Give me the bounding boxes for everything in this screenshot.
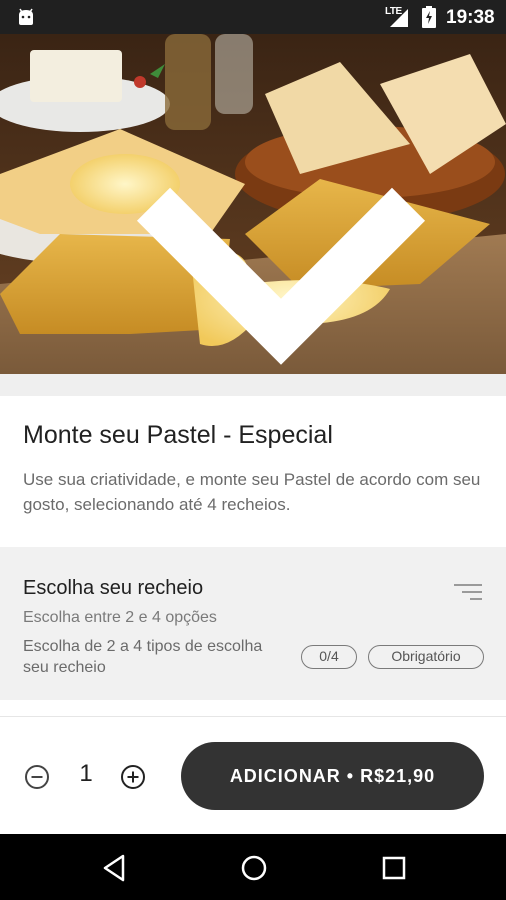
filter-list-icon [454, 584, 482, 600]
decrease-quantity-button[interactable] [24, 764, 50, 790]
options-title: Escolha seu recheio [23, 577, 204, 599]
status-bar: LTE 19:38 [0, 0, 506, 34]
quantity-value: 1 [79, 760, 93, 787]
home-icon[interactable] [240, 854, 268, 882]
back-icon[interactable] [101, 854, 127, 882]
section-separator [0, 374, 506, 396]
options-description: Escolha de 2 a 4 tipos de escolha seu re… [23, 638, 263, 676]
clock: 19:38 [446, 7, 495, 28]
increase-quantity-button[interactable] [120, 764, 146, 790]
product-image [0, 34, 506, 374]
system-nav-bar [0, 834, 506, 900]
recent-apps-icon[interactable] [381, 855, 407, 881]
options-group[interactable]: Escolha seu recheio Escolha entre 2 e 4 … [0, 547, 506, 700]
add-to-cart-button[interactable]: ADICIONAR • R$21,90 [181, 742, 484, 810]
product-title: Monte seu Pastel - Especial [23, 421, 333, 449]
android-icon [19, 8, 33, 25]
options-subtitle: Escolha entre 2 e 4 opções [23, 609, 217, 626]
chevron-down-icon[interactable] [28, 98, 506, 374]
required-badge: Obrigatório [368, 645, 484, 669]
selection-count-badge: 0/4 [301, 645, 357, 669]
divider [0, 716, 506, 717]
battery-charging-icon [422, 6, 436, 28]
product-description: Use sua criatividade, e monte seu Pastel… [23, 470, 481, 514]
signal-icon [390, 9, 408, 27]
